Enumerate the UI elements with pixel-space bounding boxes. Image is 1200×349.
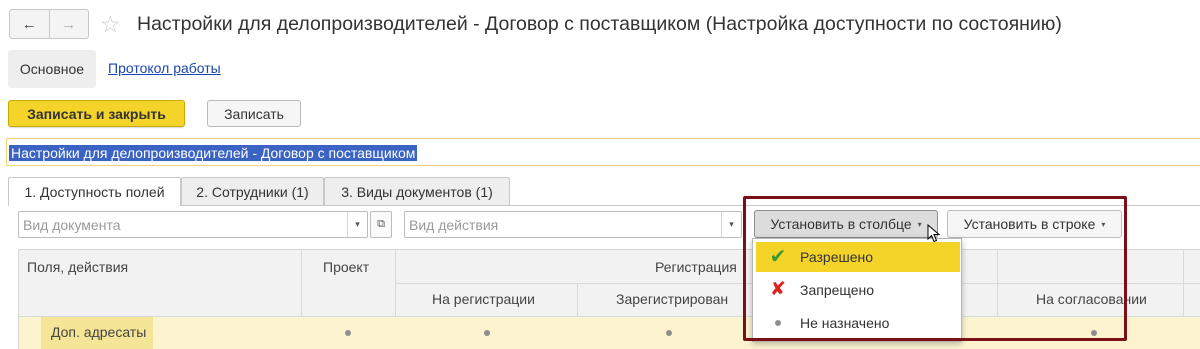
save-and-close-button[interactable]: Записать и закрыть: [8, 100, 185, 127]
chevron-down-icon: ▾: [917, 219, 922, 229]
back-arrow-icon[interactable]: ←: [10, 10, 49, 38]
doc-type-dropdown-icon[interactable]: ▾: [347, 212, 367, 237]
state-dot-icon[interactable]: [1091, 330, 1097, 336]
header-project: Проект: [323, 259, 370, 275]
tab-divider: [8, 205, 1200, 206]
description-selected-text[interactable]: Настройки для делопроизводителей - Догов…: [9, 145, 418, 161]
save-button[interactable]: Записать: [207, 100, 301, 127]
menu-item-label: Запрещено: [800, 282, 875, 298]
set-in-row-label: Установить в строке: [963, 216, 1096, 232]
action-type-placeholder: Вид действия: [409, 217, 499, 233]
mouse-cursor-icon: [927, 224, 941, 243]
doc-type-placeholder: Вид документа: [23, 217, 121, 233]
state-dot-icon[interactable]: [484, 330, 490, 336]
tab-employees[interactable]: 2. Сотрудники (1): [181, 177, 324, 205]
row-label: Доп. адресаты: [51, 324, 147, 340]
header-registered: Зарегистрирован: [616, 291, 729, 307]
nav-buttons: ← →: [9, 9, 89, 39]
tab-document-types[interactable]: 3. Виды документов (1): [324, 177, 510, 205]
set-in-column-menu: ✔ Разрешено ✘ Запрещено Не назначено: [752, 238, 962, 342]
state-dot-icon[interactable]: [666, 330, 672, 336]
chevron-down-icon: ▾: [1101, 219, 1106, 229]
window-title: Настройки для делопроизводителей - Догов…: [137, 13, 1062, 35]
header-on-registration: На регистрации: [432, 291, 535, 307]
check-icon: ✔: [769, 246, 787, 268]
action-type-dropdown-icon[interactable]: ▾: [721, 212, 741, 237]
set-in-column-button[interactable]: Установить в столбце ▾: [754, 210, 938, 238]
menu-item-label: Не назначено: [800, 315, 890, 331]
menu-item-forbidden[interactable]: ✘ Запрещено: [756, 275, 960, 305]
set-in-row-button[interactable]: Установить в строке ▾: [947, 210, 1122, 238]
tab-field-availability[interactable]: 1. Доступность полей: [8, 177, 181, 206]
menu-item-not-assigned[interactable]: Не назначено: [756, 308, 960, 338]
section-main[interactable]: Основное: [8, 50, 96, 88]
favorite-star-icon[interactable]: ☆: [100, 10, 121, 38]
header-on-approval: На согласовании: [1036, 291, 1147, 307]
availability-table[interactable]: Поля, действия Проект Регистрация На рег…: [18, 249, 1200, 349]
menu-item-allowed[interactable]: ✔ Разрешено: [756, 242, 960, 272]
forward-arrow-icon[interactable]: →: [48, 10, 89, 38]
dot-icon: [756, 320, 800, 326]
header-registration: Регистрация: [655, 259, 737, 275]
set-in-column-label: Установить в столбце: [770, 216, 912, 232]
open-icon[interactable]: ⧉: [370, 211, 392, 238]
cross-icon: ✘: [770, 279, 786, 300]
table-row[interactable]: [19, 317, 1200, 349]
menu-item-label: Разрешено: [800, 249, 874, 265]
header-fields-actions: Поля, действия: [27, 259, 129, 275]
section-log-link[interactable]: Протокол работы: [108, 60, 221, 76]
state-dot-icon[interactable]: [345, 330, 351, 336]
